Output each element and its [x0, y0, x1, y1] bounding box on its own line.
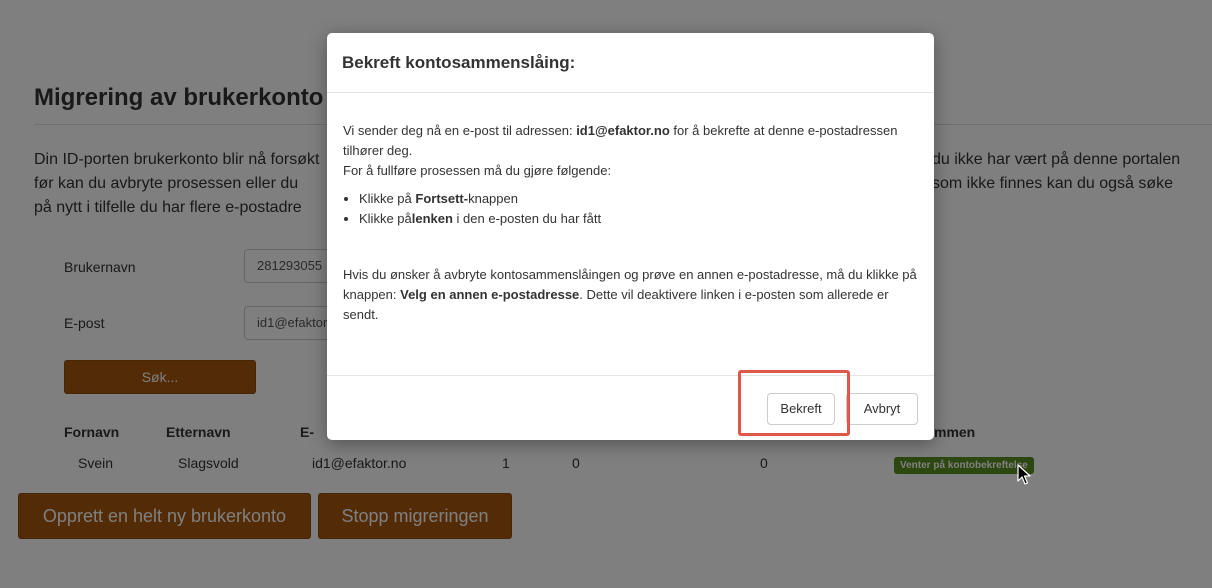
text: knappen	[468, 191, 518, 206]
cancel-button[interactable]: Avbryt	[846, 393, 918, 425]
dialog-title: Bekreft kontosammenslåing:	[342, 53, 576, 72]
text: Klikke på	[359, 191, 416, 206]
dialog-header: Bekreft kontosammenslåing:	[327, 33, 934, 93]
steps-list: Klikke på Fortsett-knappen Klikke pålenk…	[343, 189, 923, 229]
text: Klikke på	[359, 211, 412, 226]
text-bold: lenken	[411, 211, 453, 226]
mouse-pointer-icon	[1017, 464, 1031, 485]
confirm-merge-dialog: Bekreft kontosammenslåing: Vi sender deg…	[327, 33, 934, 440]
text-bold: Fortsett-	[415, 191, 469, 206]
text: i den e-posten du har fått	[452, 211, 602, 226]
list-item: Klikke pålenken i den e-posten du har få…	[359, 209, 923, 229]
dialog-paragraph-steps: For å fullføre prosessen må du gjøre føl…	[343, 163, 612, 178]
dialog-paragraph-email: Vi sender deg nå en e-post til adressen:…	[343, 121, 923, 161]
confirm-button[interactable]: Bekreft	[767, 393, 835, 425]
list-item: Klikke på Fortsett-knappen	[359, 189, 923, 209]
dialog-footer: Bekreft Avbryt	[327, 375, 934, 440]
text: Vi sender deg nå en e-post til adressen:	[343, 123, 577, 138]
dialog-body: Vi sender deg nå en e-post til adressen:…	[343, 121, 923, 325]
email-address: id1@efaktor.no	[576, 123, 670, 138]
dialog-paragraph-cancel: Hvis du ønsker å avbryte kontosammenslåi…	[343, 265, 923, 325]
text-bold: Velg en annen e-postadresse	[400, 287, 580, 302]
